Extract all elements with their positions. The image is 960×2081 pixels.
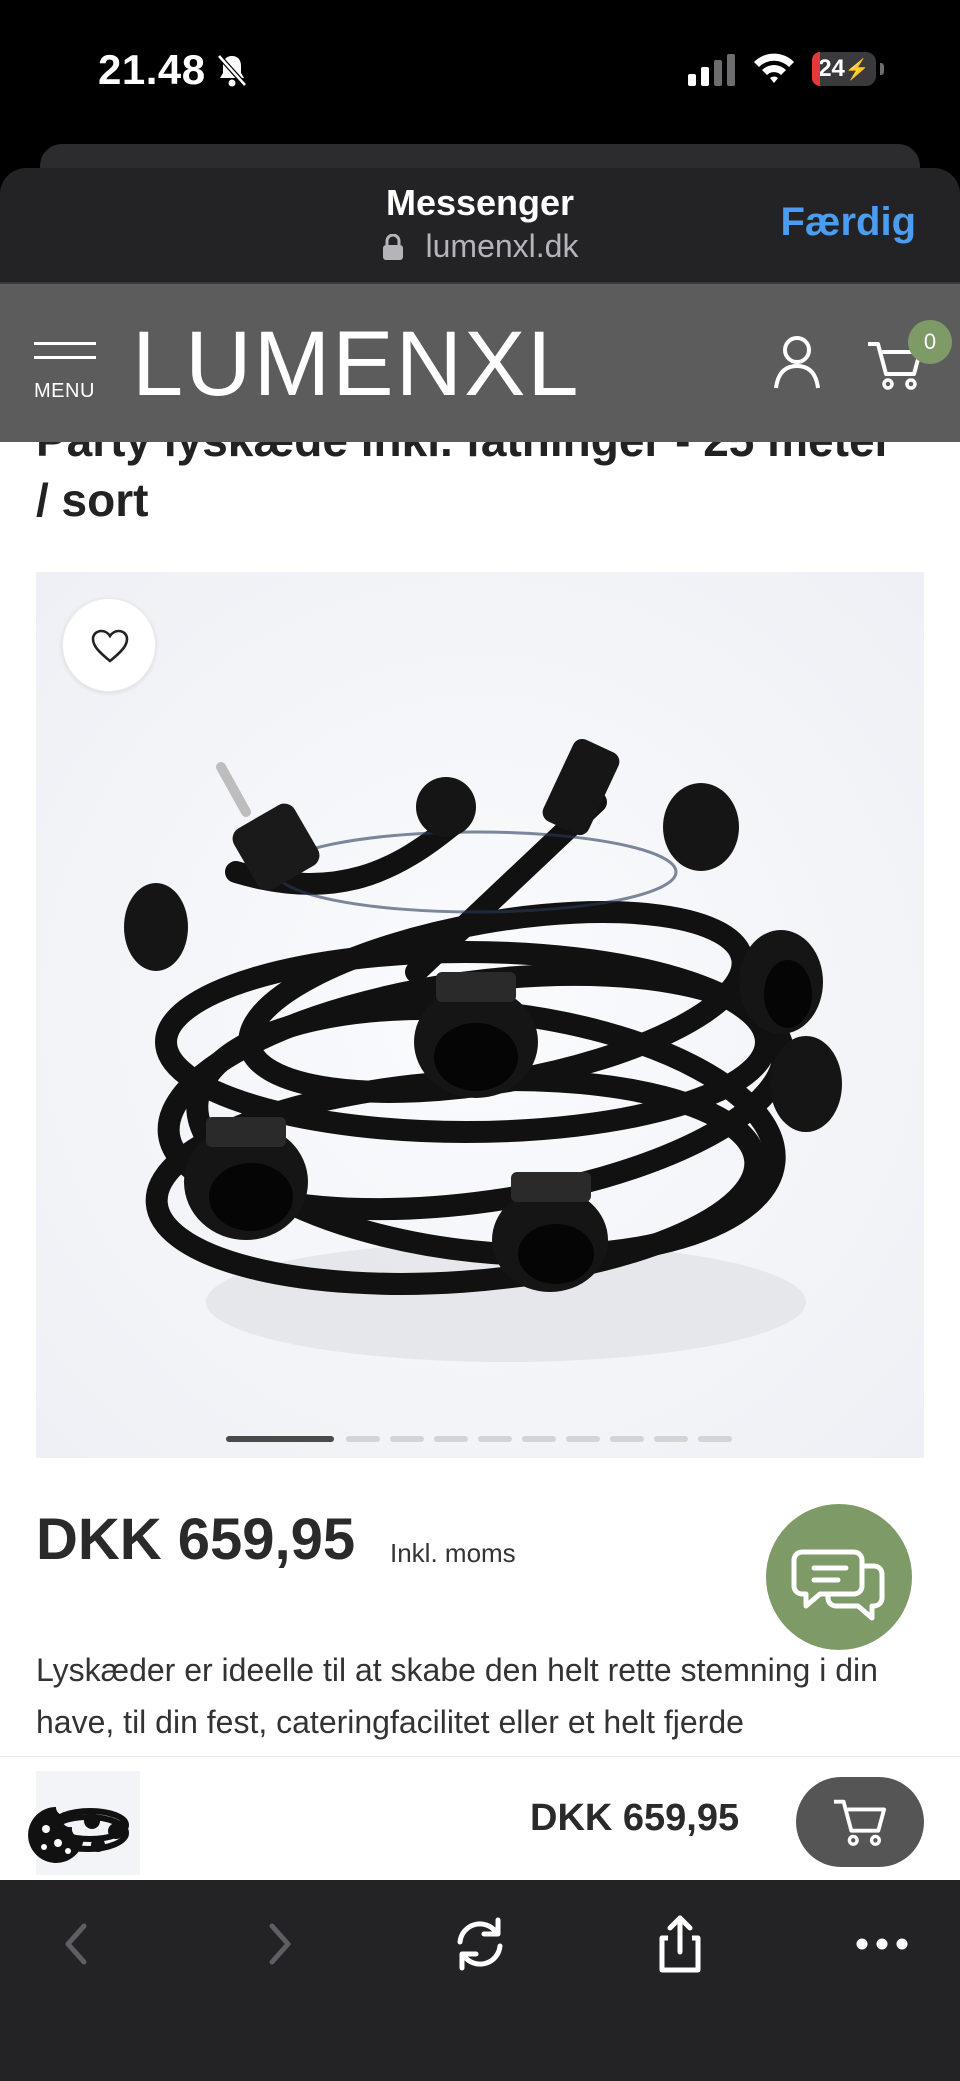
add-to-cart-button[interactable] — [796, 1777, 924, 1867]
bell-mute-icon — [217, 54, 247, 87]
menu-button[interactable]: MENU — [34, 342, 98, 402]
user-icon[interactable] — [772, 334, 822, 390]
site-logo[interactable]: LUMENXL — [132, 314, 581, 414]
web-page[interactable]: Party lyskæde inkl. fatninger - 25 meter… — [0, 284, 960, 1880]
battery-indicator: 24⚡ — [812, 52, 884, 86]
favorite-button[interactable] — [62, 598, 156, 692]
gallery-dot[interactable] — [478, 1436, 512, 1442]
lock-icon — [382, 234, 403, 260]
cart-count-badge: 0 — [908, 320, 952, 364]
reload-icon[interactable] — [440, 1904, 520, 1984]
done-button[interactable]: Færdig — [780, 200, 916, 245]
gallery-dot-active[interactable] — [226, 1436, 334, 1442]
gallery-dot[interactable] — [566, 1436, 600, 1442]
url-text: lumenxl.dk — [425, 228, 579, 264]
status-time: 21.48 — [98, 46, 206, 93]
product-gallery[interactable] — [36, 572, 924, 1458]
buy-bar-price: DKK 659,95 — [530, 1797, 740, 1839]
gallery-dot[interactable] — [346, 1436, 380, 1442]
chat-icon — [791, 1549, 885, 1621]
forward-icon[interactable] — [240, 1904, 320, 1984]
gallery-dot[interactable] — [390, 1436, 424, 1442]
share-icon[interactable] — [640, 1904, 720, 1984]
cookie-icon[interactable] — [24, 1803, 88, 1867]
back-icon[interactable] — [36, 1904, 116, 1984]
more-icon[interactable] — [842, 1904, 922, 1984]
product-image[interactable] — [36, 572, 924, 1458]
battery-level: 24 — [818, 55, 845, 82]
gallery-dot[interactable] — [698, 1436, 732, 1442]
gallery-dot[interactable] — [654, 1436, 688, 1442]
signal-icon — [688, 54, 735, 86]
wifi-icon — [754, 53, 794, 83]
gallery-dot[interactable] — [610, 1436, 644, 1442]
product-price: DKK 659,95 — [36, 1507, 356, 1572]
product-description: Lyskæder er ideelle til at skabe den hel… — [36, 1652, 878, 1740]
status-bar: 21.48 24⚡ — [0, 0, 960, 150]
sticky-buy-bar: DKK 659,95 — [0, 1756, 960, 1880]
cart-icon — [833, 1799, 887, 1846]
site-header: MENU LUMENXL 0 — [0, 284, 960, 442]
browser-toolbar — [0, 1880, 960, 2081]
in-app-browser-header: Messenger lumenxl.dk Færdig — [0, 168, 960, 284]
menu-label: MENU — [34, 380, 95, 402]
gallery-dot[interactable] — [434, 1436, 468, 1442]
heart-icon — [91, 629, 129, 663]
gallery-dot[interactable] — [522, 1436, 556, 1442]
chat-button[interactable] — [766, 1504, 912, 1650]
price-vat-note: Inkl. moms — [390, 1538, 516, 1568]
